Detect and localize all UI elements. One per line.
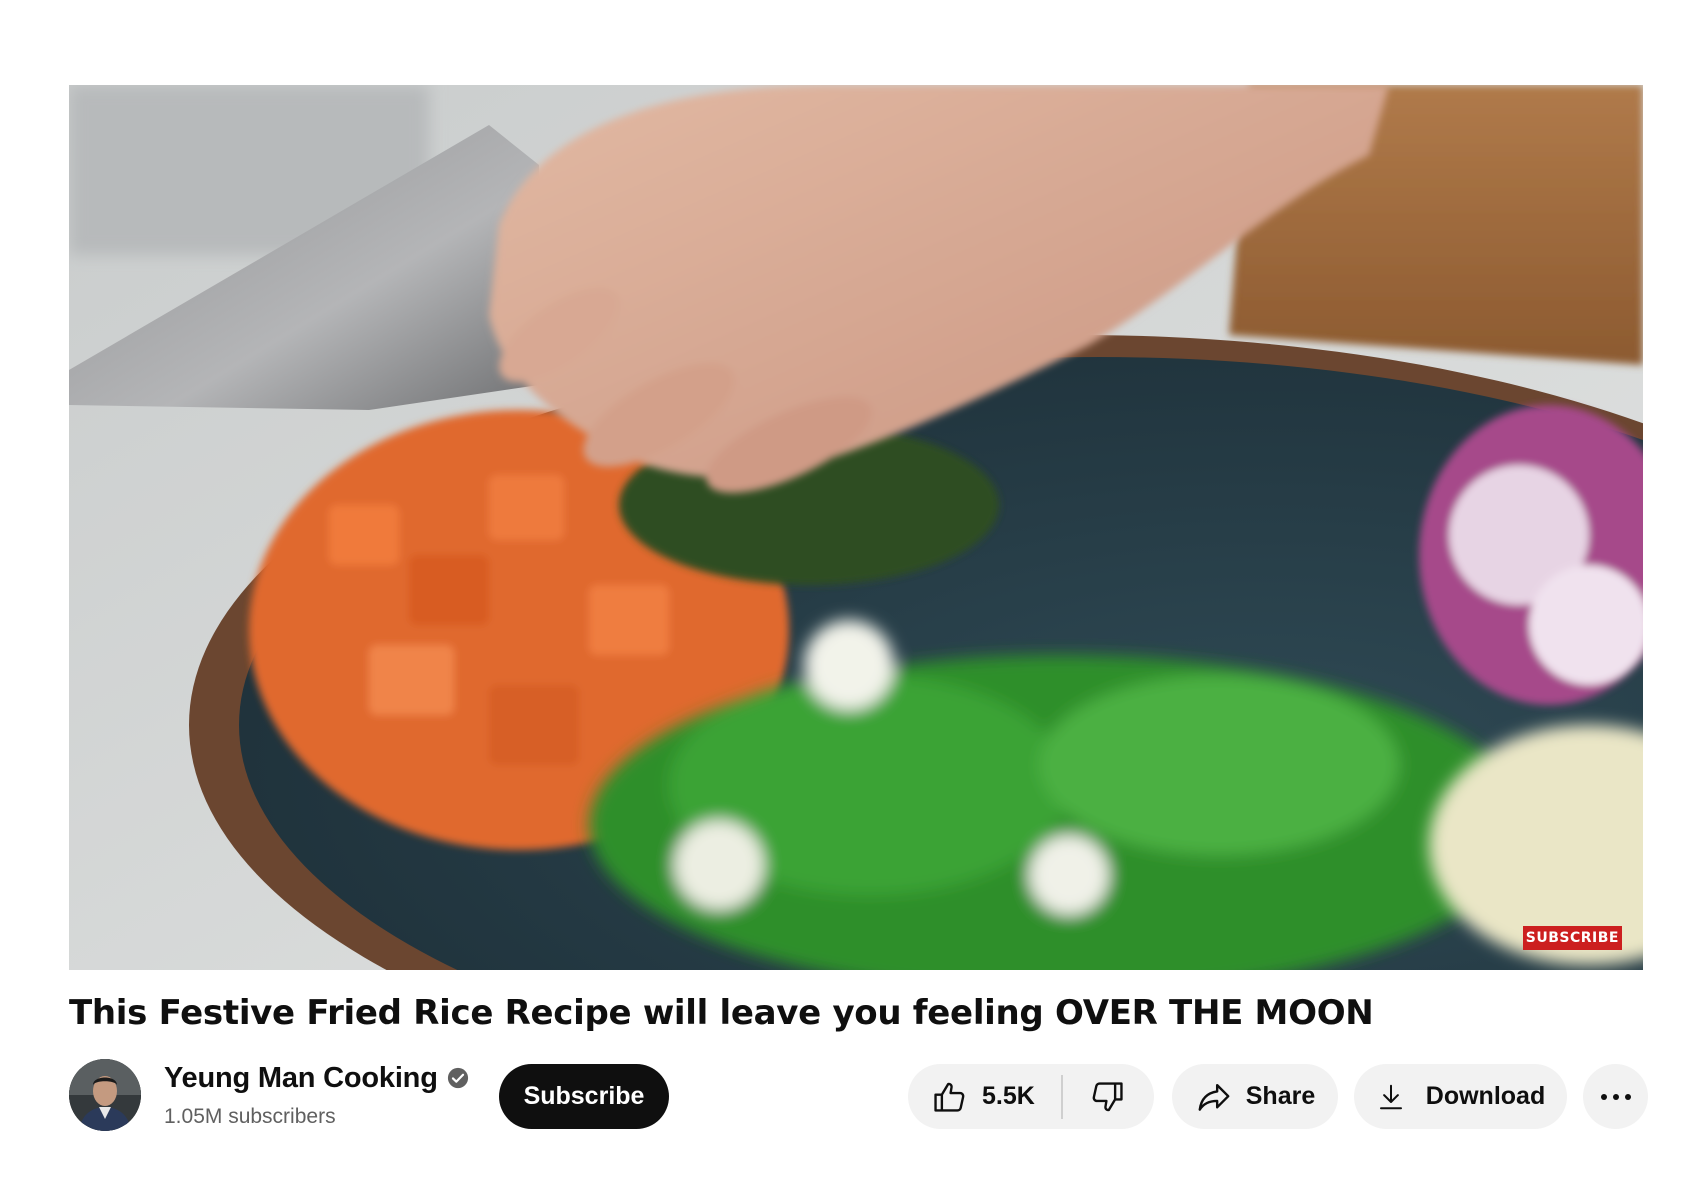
share-arrow-icon — [1198, 1083, 1230, 1111]
download-icon — [1379, 1084, 1402, 1109]
share-button[interactable]: Share — [1172, 1064, 1338, 1129]
avatar-icon — [69, 1059, 141, 1131]
share-label: Share — [1245, 1082, 1316, 1110]
channel-meta: Yeung Man Cooking 1.05M subscribers — [164, 1062, 469, 1129]
video-title: This Festive Fried Rice Recipe will leav… — [69, 993, 1374, 1033]
avatar[interactable] — [69, 1059, 141, 1131]
channel-row: Yeung Man Cooking — [164, 1062, 469, 1095]
channel-name[interactable]: Yeung Man Cooking — [164, 1062, 438, 1095]
like-count: 5.5K — [982, 1082, 1035, 1110]
video-player[interactable]: SUBSCRIBE — [69, 85, 1643, 970]
subscriber-count: 1.05M subscribers — [164, 1104, 336, 1128]
download-label: Download — [1425, 1082, 1546, 1110]
download-button[interactable]: Download — [1354, 1064, 1567, 1129]
more-horizontal-icon — [1600, 1093, 1631, 1100]
dislike-button[interactable] — [1063, 1064, 1154, 1129]
subscribe-button[interactable]: Subscribe — [499, 1064, 669, 1129]
channel-owner: Yeung Man Cooking 1.05M subscribers — [69, 1058, 469, 1132]
check-circle-icon — [447, 1067, 469, 1089]
thumbs-down-icon — [1093, 1081, 1124, 1111]
subscribe-watermark[interactable]: SUBSCRIBE — [1522, 926, 1622, 950]
like-button[interactable]: 5.5K — [908, 1064, 1061, 1129]
more-actions-button[interactable] — [1583, 1064, 1648, 1129]
video-frame — [69, 85, 1643, 970]
like-dislike-group: 5.5K — [908, 1064, 1154, 1129]
thumbs-up-icon — [934, 1082, 965, 1112]
